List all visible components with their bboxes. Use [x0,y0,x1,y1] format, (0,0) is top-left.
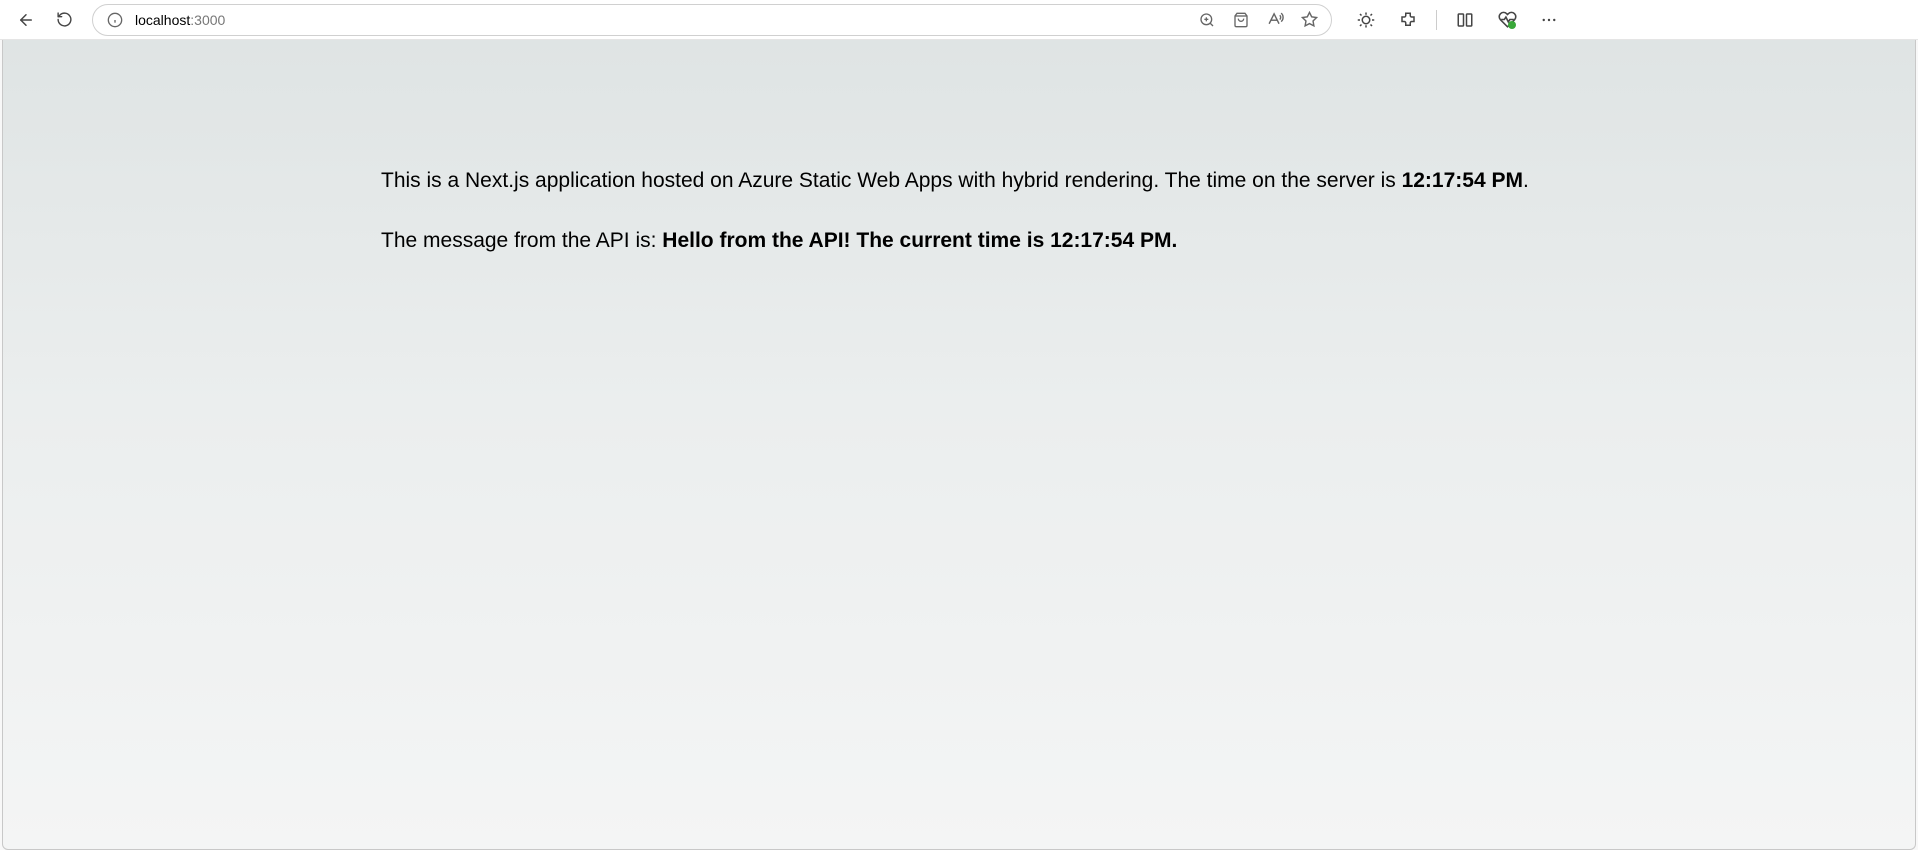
refresh-button[interactable] [48,4,80,36]
split-screen-icon[interactable] [1449,4,1481,36]
back-button[interactable] [10,4,42,36]
page-content: This is a Next.js application hosted on … [189,166,1729,257]
url-text: localhost:3000 [135,12,1187,28]
line1-prefix: This is a Next.js application hosted on … [381,169,1402,192]
server-time-paragraph: This is a Next.js application hosted on … [381,166,1537,196]
toolbar-divider [1436,10,1437,30]
health-icon[interactable] [1491,4,1523,36]
extensions-icon[interactable] [1392,4,1424,36]
zoom-icon[interactable] [1197,10,1217,30]
api-message-value: Hello from the API! The current time is … [662,229,1177,252]
address-bar[interactable]: localhost:3000 [92,4,1332,36]
line2-prefix: The message from the API is: [381,229,662,252]
server-time-value: 12:17:54 PM [1402,169,1523,192]
page-viewport: This is a Next.js application hosted on … [2,40,1916,850]
shopping-icon[interactable] [1231,10,1251,30]
line1-suffix: . [1523,169,1529,192]
browser-toolbar: localhost:3000 [0,0,1918,40]
api-message-paragraph: The message from the API is: Hello from … [381,226,1537,256]
site-info-icon[interactable] [105,10,125,30]
url-port: :3000 [190,12,225,28]
more-menu-icon[interactable] [1533,4,1565,36]
extension-bug-icon[interactable] [1350,4,1382,36]
read-aloud-icon[interactable] [1265,10,1285,30]
url-host: localhost [135,12,190,28]
favorite-icon[interactable] [1299,10,1319,30]
